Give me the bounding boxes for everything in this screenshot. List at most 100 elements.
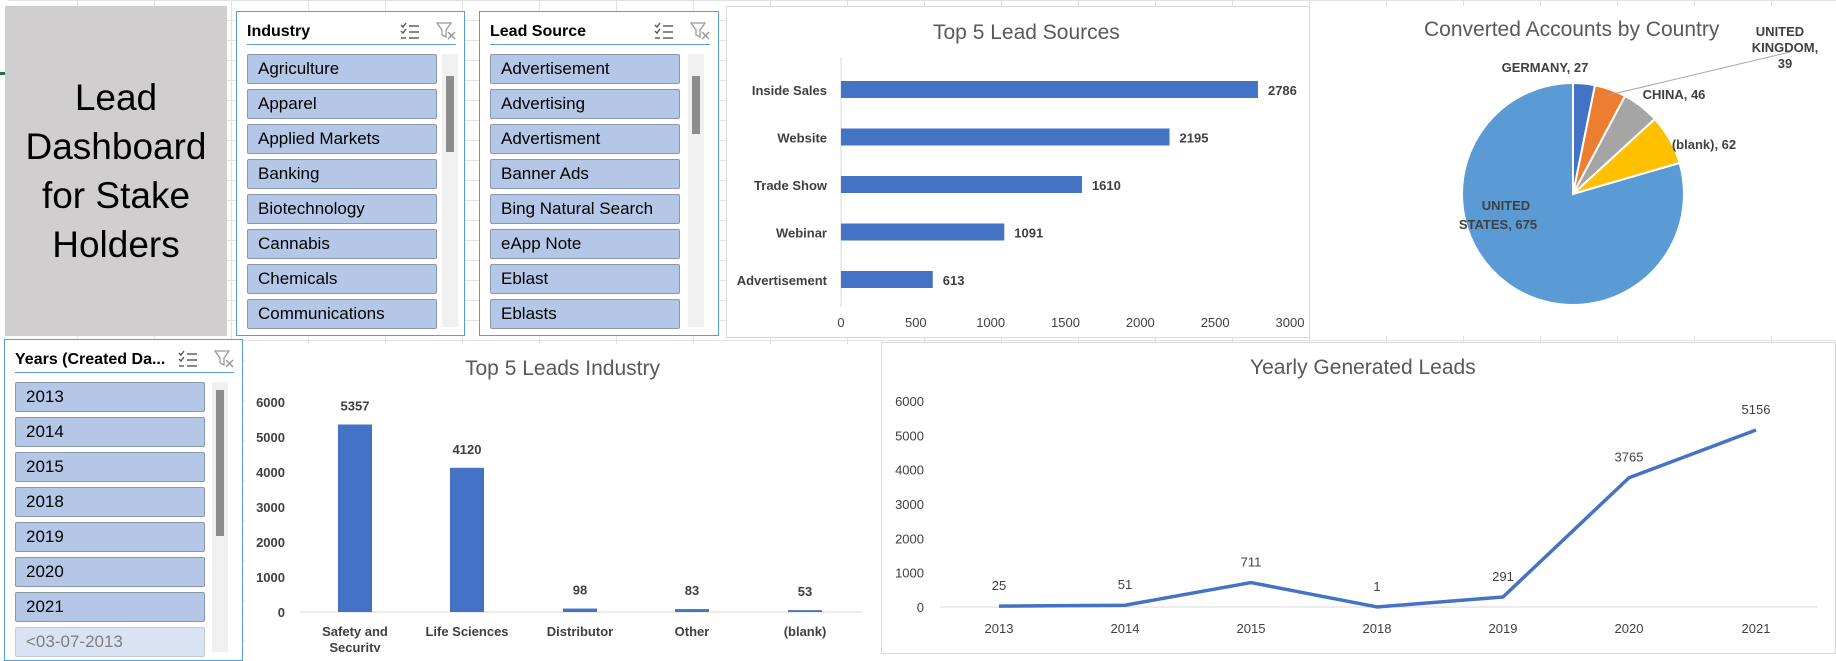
- tick-label: 1000: [895, 566, 924, 581]
- slicer-scrollbar[interactable]: [442, 54, 458, 327]
- data-label: 1610: [1092, 178, 1121, 193]
- tick-label: 3000: [256, 500, 285, 515]
- slicer-item[interactable]: 2014: [15, 417, 205, 447]
- slicer-item[interactable]: Apparel: [247, 89, 437, 119]
- slicer-item[interactable]: Banking: [247, 159, 437, 189]
- bar: [841, 128, 1170, 146]
- slicer-header: Industry: [247, 20, 456, 45]
- slicer-item[interactable]: <03-07-2013: [15, 627, 205, 657]
- slicer-item[interactable]: Banner Ads: [490, 159, 680, 189]
- tick-label: 6000: [895, 394, 924, 409]
- category-label: 2019: [1489, 621, 1518, 636]
- data-label: 83: [685, 583, 699, 598]
- country-pie-plot: GERMANY, 27 UNITED KINGDOM, 39 CHINA, 46 (bla…: [1459, 24, 1818, 306]
- data-label: 51: [1118, 577, 1132, 592]
- slicer-item[interactable]: 2019: [15, 522, 205, 552]
- lead-sources-chart[interactable]: Top 5 Lead Sources Inside Sales 2786 Websi…: [726, 6, 1310, 338]
- slicer-item[interactable]: Advertisement: [490, 54, 680, 84]
- pie-label: UNITED KINGDOM, 39: [1752, 24, 1818, 71]
- data-label: 25: [992, 578, 1006, 593]
- slicer-item[interactable]: Eblasts: [490, 299, 680, 329]
- bar: [338, 424, 372, 612]
- category-label: Website: [777, 131, 827, 146]
- slicer-item[interactable]: 2021: [15, 592, 205, 622]
- category-label: Life Sciences: [425, 624, 508, 639]
- category-label: 2021: [1742, 621, 1771, 636]
- slicer-item[interactable]: Advertising: [490, 89, 680, 119]
- data-label: 3765: [1615, 450, 1644, 465]
- data-label: 5357: [341, 399, 370, 414]
- bar: [841, 271, 933, 288]
- slicer-scrollbar[interactable]: [688, 54, 704, 327]
- slicer-item[interactable]: Bing Natural Search: [490, 194, 680, 224]
- pie-label: GERMANY, 27: [1502, 60, 1589, 75]
- slicer-item[interactable]: Eblast: [490, 264, 680, 294]
- tick-label: 2000: [1126, 315, 1155, 330]
- data-label: 5156: [1742, 402, 1771, 417]
- category-label: Inside Sales: [752, 83, 827, 98]
- multi-select-icon[interactable]: [178, 350, 198, 368]
- industry-slicer[interactable]: Industry Agriculture Apparel Applied Market…: [236, 11, 465, 336]
- tick-label: 4000: [256, 465, 285, 480]
- slicer-item[interactable]: Agriculture: [247, 54, 437, 84]
- tick-label: 1500: [1051, 315, 1080, 330]
- category-label: 2020: [1615, 621, 1644, 636]
- clear-filter-icon[interactable]: [689, 22, 710, 40]
- data-label: 613: [943, 273, 965, 288]
- clear-filter-icon[interactable]: [435, 22, 456, 40]
- tick-label: 6000: [256, 395, 285, 410]
- lead-source-slicer[interactable]: Lead Source Advertisement Advertising Adver…: [479, 11, 719, 336]
- category-label: Webinar: [776, 226, 827, 241]
- data-label: 53: [798, 584, 812, 599]
- pie-label: CHINA, 46: [1643, 87, 1706, 102]
- tick-label: 5000: [895, 428, 924, 443]
- category-label: (blank): [784, 624, 827, 639]
- multi-select-icon[interactable]: [654, 22, 674, 40]
- bar: [788, 610, 822, 612]
- slicer-header: Lead Source: [490, 20, 710, 45]
- data-label: 711: [1241, 555, 1262, 570]
- data-label: 98: [573, 583, 587, 598]
- category-label: Distributor: [547, 624, 613, 639]
- slicer-title: Industry: [247, 23, 311, 40]
- category-label: 2013: [985, 621, 1014, 636]
- tick-label: 3000: [1276, 315, 1305, 330]
- scrollbar-thumb[interactable]: [216, 390, 224, 536]
- tick-label: 1000: [976, 315, 1005, 330]
- industry-chart[interactable]: Top 5 Leads Industry 0 1000 2000 3000 4000 50…: [245, 344, 881, 652]
- slicer-item[interactable]: 2020: [15, 557, 205, 587]
- tick-label: 1000: [256, 570, 285, 585]
- tick-label: 0: [917, 600, 924, 615]
- dashboard-title: Lead Dashboard for Stake Holders: [25, 77, 207, 265]
- slicer-item[interactable]: 2018: [15, 487, 205, 517]
- data-label: 4120: [453, 442, 482, 457]
- years-slicer[interactable]: Years (Created Da... 2013 2014 2015 2018 2019…: [4, 339, 243, 661]
- slicer-item[interactable]: Communications: [247, 299, 437, 329]
- slicer-item[interactable]: eApp Note: [490, 229, 680, 259]
- bar: [675, 609, 709, 612]
- tick-label: 3000: [895, 497, 924, 512]
- slicer-item[interactable]: 2015: [15, 452, 205, 482]
- category-label: Other: [675, 624, 710, 639]
- scrollbar-thumb[interactable]: [446, 76, 454, 152]
- country-pie-chart[interactable]: Converted Accounts by Country GERMANY, 2…: [1310, 6, 1836, 336]
- data-label: 2786: [1268, 83, 1297, 98]
- slicer-scrollbar[interactable]: [212, 382, 228, 652]
- slicer-item[interactable]: Applied Markets: [247, 124, 437, 154]
- tick-label: 2500: [1201, 315, 1230, 330]
- slicer-item[interactable]: Biotechnology: [247, 194, 437, 224]
- yearly-leads-chart[interactable]: Yearly Generated Leads 0 1000 2000 3000 4000…: [881, 342, 1836, 654]
- slicer-item[interactable]: Cannabis: [247, 229, 437, 259]
- slicer-item[interactable]: Chemicals: [247, 264, 437, 294]
- bar: [563, 608, 597, 612]
- tick-label: 500: [905, 315, 927, 330]
- bar: [841, 176, 1082, 193]
- slicer-item[interactable]: 2013: [15, 382, 205, 412]
- multi-select-icon[interactable]: [400, 22, 420, 40]
- tick-label: 2000: [895, 531, 924, 546]
- yearly-leads-plot: 0 1000 2000 3000 4000 5000 6000 2013 25 2014 51 201…: [895, 394, 1817, 636]
- scrollbar-thumb[interactable]: [692, 76, 700, 134]
- clear-filter-icon[interactable]: [213, 350, 234, 368]
- slicer-title: Years (Created Da...: [15, 351, 166, 368]
- slicer-item[interactable]: Advertisment: [490, 124, 680, 154]
